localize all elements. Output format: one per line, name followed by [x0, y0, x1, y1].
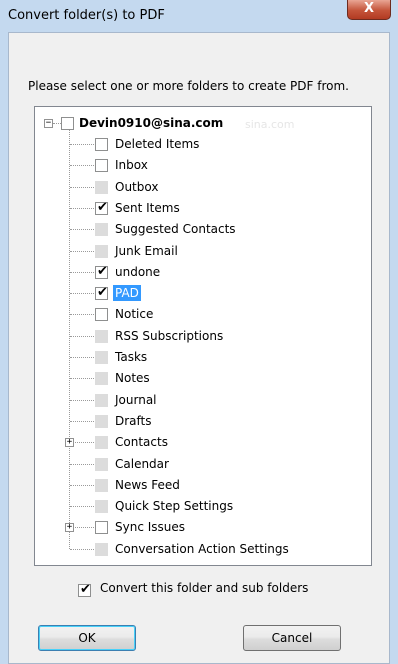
folder-label[interactable]: Journal	[115, 392, 157, 408]
folder-label[interactable]: Conversation Action Settings	[115, 541, 289, 557]
folder-checkbox	[95, 436, 108, 449]
folder-label[interactable]: Tasks	[115, 349, 147, 365]
root-ghost-text: sina.com	[245, 118, 295, 131]
ok-button[interactable]: OK	[38, 625, 136, 651]
subfolders-checkbox[interactable]: ✔	[78, 582, 91, 597]
tree-connector	[70, 464, 94, 465]
tree-connector	[70, 336, 94, 337]
tree-connector	[70, 272, 94, 273]
expand-icon[interactable]: +	[65, 438, 74, 447]
folder-checkbox	[95, 330, 108, 343]
folder-label[interactable]: undone	[115, 264, 160, 280]
check-icon: ✔	[97, 285, 108, 300]
tree-connector	[70, 378, 94, 379]
folder-checkbox	[95, 351, 108, 364]
tree-connector	[70, 187, 94, 188]
tree-connector	[70, 314, 94, 315]
folder-label[interactable]: Inbox	[115, 157, 148, 173]
tree-connector	[70, 549, 94, 550]
folder-label[interactable]: News Feed	[115, 477, 180, 493]
folder-label[interactable]: Notes	[115, 370, 150, 386]
folder-checkbox	[95, 181, 108, 194]
folder-checkbox	[95, 223, 108, 236]
folder-tree[interactable]: − Devin0910@sina.com Deleted Items Inbox Out…	[34, 106, 372, 566]
folder-checkbox[interactable]: ✔	[95, 264, 108, 279]
close-button[interactable]: X	[347, 0, 391, 20]
root-checkbox[interactable]	[61, 117, 74, 130]
expand-icon[interactable]: +	[65, 523, 74, 532]
folder-label[interactable]: RSS Subscriptions	[115, 328, 223, 344]
folder-label[interactable]: Outbox	[115, 179, 158, 195]
check-icon: ✔	[97, 264, 108, 279]
tree-connector	[70, 165, 94, 166]
folder-checkbox[interactable]	[95, 138, 108, 151]
folder-label[interactable]: Sync Issues	[115, 519, 185, 535]
folder-label[interactable]: Suggested Contacts	[115, 221, 236, 237]
folder-label[interactable]: Notice	[115, 306, 153, 322]
folder-checkbox	[95, 245, 108, 258]
folder-checkbox[interactable]: ✔	[95, 285, 108, 300]
instruction-text: Please select one or more folders to cre…	[28, 79, 349, 93]
tree-connector	[70, 400, 94, 401]
tree-connector	[53, 123, 61, 124]
tree-connector	[70, 485, 94, 486]
check-icon: ✔	[97, 200, 108, 215]
tree-connector	[70, 421, 94, 422]
folder-label[interactable]: Calendar	[115, 456, 169, 472]
folder-checkbox[interactable]	[95, 308, 108, 321]
folder-checkbox	[95, 458, 108, 471]
tree-connector	[70, 357, 94, 358]
folder-checkbox	[95, 415, 108, 428]
folder-checkbox	[95, 500, 108, 513]
folder-label[interactable]: Contacts	[115, 434, 168, 450]
tree-connector	[70, 208, 94, 209]
folder-label[interactable]: PAD	[113, 285, 141, 301]
dialog-window: Convert folder(s) to PDF X Please select…	[0, 0, 398, 664]
cancel-button[interactable]: Cancel	[243, 625, 341, 651]
tree-connector	[70, 144, 94, 145]
folder-checkbox[interactable]	[95, 159, 108, 172]
collapse-icon[interactable]: −	[44, 119, 53, 128]
folder-checkbox	[95, 394, 108, 407]
folder-label[interactable]: Quick Step Settings	[115, 498, 233, 514]
subfolders-label: Convert this folder and sub folders	[100, 581, 309, 595]
folder-label[interactable]: Deleted Items	[115, 136, 199, 152]
title-bar[interactable]: Convert folder(s) to PDF X	[0, 0, 398, 32]
tree-connector	[70, 506, 94, 507]
close-icon: X	[363, 1, 375, 16]
folder-checkbox	[95, 543, 108, 556]
folder-checkbox	[95, 372, 108, 385]
tree-root-label[interactable]: Devin0910@sina.com	[79, 115, 223, 131]
tree-connector	[70, 293, 94, 294]
tree-connector	[70, 229, 94, 230]
folder-checkbox	[95, 479, 108, 492]
folder-label[interactable]: Junk Email	[115, 243, 178, 259]
folder-label[interactable]: Drafts	[115, 413, 152, 429]
folder-label[interactable]: Sent Items	[115, 200, 180, 216]
folder-checkbox[interactable]	[95, 521, 108, 534]
tree-connector	[70, 251, 94, 252]
check-icon: ✔	[80, 582, 91, 597]
folder-checkbox[interactable]: ✔	[95, 200, 108, 215]
window-title: Convert folder(s) to PDF	[8, 8, 165, 23]
